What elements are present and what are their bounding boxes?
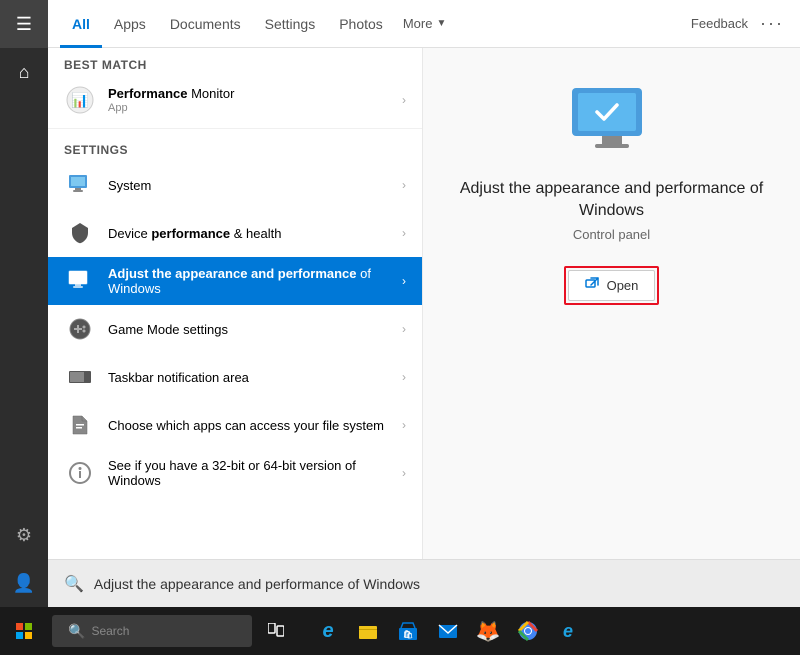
tab-all[interactable]: All xyxy=(60,0,102,48)
svg-text:📊: 📊 xyxy=(71,92,88,109)
best-match-header: Best match xyxy=(48,48,422,76)
result-game-mode[interactable]: Game Mode settings › xyxy=(48,305,422,353)
detail-panel: Adjust the appearance and performance of… xyxy=(423,48,800,607)
open-icon xyxy=(585,277,599,294)
chevron-down-icon: ▼ xyxy=(436,18,446,29)
tab-more[interactable]: More ▼ xyxy=(395,16,455,31)
taskbar-mail-icon[interactable] xyxy=(428,611,468,651)
taskbar-notif-text: Taskbar notification area xyxy=(108,370,398,385)
tab-documents[interactable]: Documents xyxy=(158,0,253,48)
chevron-right-icon: › xyxy=(402,322,406,336)
chevron-right-icon: › xyxy=(402,93,406,107)
svg-text:🛍: 🛍 xyxy=(403,629,413,639)
adjust-appearance-text: Adjust the appearance and performance of… xyxy=(108,266,398,296)
detail-icon-area xyxy=(572,88,652,158)
result-taskbar-notif[interactable]: Taskbar notification area › xyxy=(48,353,422,401)
taskbar-edge-icon[interactable]: e xyxy=(548,611,588,651)
user-icon: 👤 xyxy=(13,573,35,594)
search-icon: 🔍 xyxy=(64,574,84,594)
tab-photos[interactable]: Photos xyxy=(327,0,395,48)
taskbar-search-icon: 🔍 xyxy=(68,623,85,640)
settings-icon: ⚙ xyxy=(16,525,32,546)
start-button[interactable] xyxy=(0,607,48,655)
taskbar-explorer-icon[interactable] xyxy=(348,611,388,651)
settings-button[interactable]: ⚙ xyxy=(0,511,48,559)
taskbar-search-text: Search xyxy=(91,624,129,638)
search-bar-text[interactable]: Adjust the appearance and performance of… xyxy=(94,576,420,592)
left-sidebar: ☰ ⌂ ⚙ 👤 xyxy=(0,0,48,607)
chevron-right-icon: › xyxy=(402,466,406,480)
taskbar-notif-icon xyxy=(64,361,96,393)
device-health-icon xyxy=(64,217,96,249)
chevron-right-icon: › xyxy=(402,274,406,288)
taskbar: 🔍 Search e 🛍 xyxy=(0,607,800,655)
home-button[interactable]: ⌂ xyxy=(0,48,48,96)
detail-subtitle: Control panel xyxy=(573,227,650,242)
settings-header: Settings xyxy=(48,133,422,161)
game-mode-text: Game Mode settings xyxy=(108,322,398,337)
tab-settings[interactable]: Settings xyxy=(253,0,328,48)
result-file-apps[interactable]: Choose which apps can access your file s… xyxy=(48,401,422,449)
game-mode-icon xyxy=(64,313,96,345)
result-adjust-appearance[interactable]: Adjust the appearance and performance of… xyxy=(48,257,422,305)
system-text: System xyxy=(108,178,398,193)
file-apps-text: Choose which apps can access your file s… xyxy=(108,418,398,433)
bit-version-icon xyxy=(64,457,96,489)
taskbar-store-icon[interactable]: 🛍 xyxy=(388,611,428,651)
result-bit-version[interactable]: See if you have a 32-bit or 64-bit versi… xyxy=(48,449,422,497)
taskbar-firefox-icon[interactable]: 🦊 xyxy=(468,611,508,651)
task-view-button[interactable] xyxy=(252,607,300,655)
search-bar: 🔍 Adjust the appearance and performance … xyxy=(48,559,800,607)
results-panel: Best match 📊 Performance Monitor App › xyxy=(48,48,423,607)
chevron-right-icon: › xyxy=(402,178,406,192)
content-area: Best match 📊 Performance Monitor App › xyxy=(48,48,800,607)
menu-button[interactable]: ☰ xyxy=(0,0,48,48)
tabs-bar: All Apps Documents Settings Photos More … xyxy=(48,0,800,48)
performance-monitor-text: Performance Monitor App xyxy=(108,86,398,114)
file-apps-icon xyxy=(64,409,96,441)
chevron-right-icon: › xyxy=(402,370,406,384)
feedback-button[interactable]: Feedback xyxy=(683,16,756,31)
menu-icon: ☰ xyxy=(16,14,32,35)
result-device-health[interactable]: Device performance & health › xyxy=(48,209,422,257)
open-button-highlight: Open xyxy=(564,266,660,305)
taskbar-app-icons: e 🛍 🦊 xyxy=(308,611,588,651)
open-button[interactable]: Open xyxy=(568,270,656,301)
bit-version-text: See if you have a 32-bit or 64-bit versi… xyxy=(108,458,398,488)
taskbar-search[interactable]: 🔍 Search xyxy=(52,615,252,647)
more-options-button[interactable]: ··· xyxy=(756,13,788,34)
home-icon: ⌂ xyxy=(19,62,30,83)
taskbar-ie-icon[interactable]: e xyxy=(308,611,348,651)
system-icon xyxy=(64,169,96,201)
chevron-right-icon: › xyxy=(402,226,406,240)
result-system[interactable]: System › xyxy=(48,161,422,209)
result-performance-monitor[interactable]: 📊 Performance Monitor App › xyxy=(48,76,422,124)
user-button[interactable]: 👤 xyxy=(0,559,48,607)
taskbar-chrome-icon[interactable] xyxy=(508,611,548,651)
detail-title: Adjust the appearance and performance of… xyxy=(443,178,780,223)
chevron-right-icon: › xyxy=(402,418,406,432)
computer-icon xyxy=(572,88,652,158)
tab-apps[interactable]: Apps xyxy=(102,0,158,48)
search-panel: All Apps Documents Settings Photos More … xyxy=(48,0,800,607)
performance-monitor-icon: 📊 xyxy=(64,84,96,116)
adjust-appearance-icon xyxy=(64,265,96,297)
device-health-text: Device performance & health xyxy=(108,226,398,241)
